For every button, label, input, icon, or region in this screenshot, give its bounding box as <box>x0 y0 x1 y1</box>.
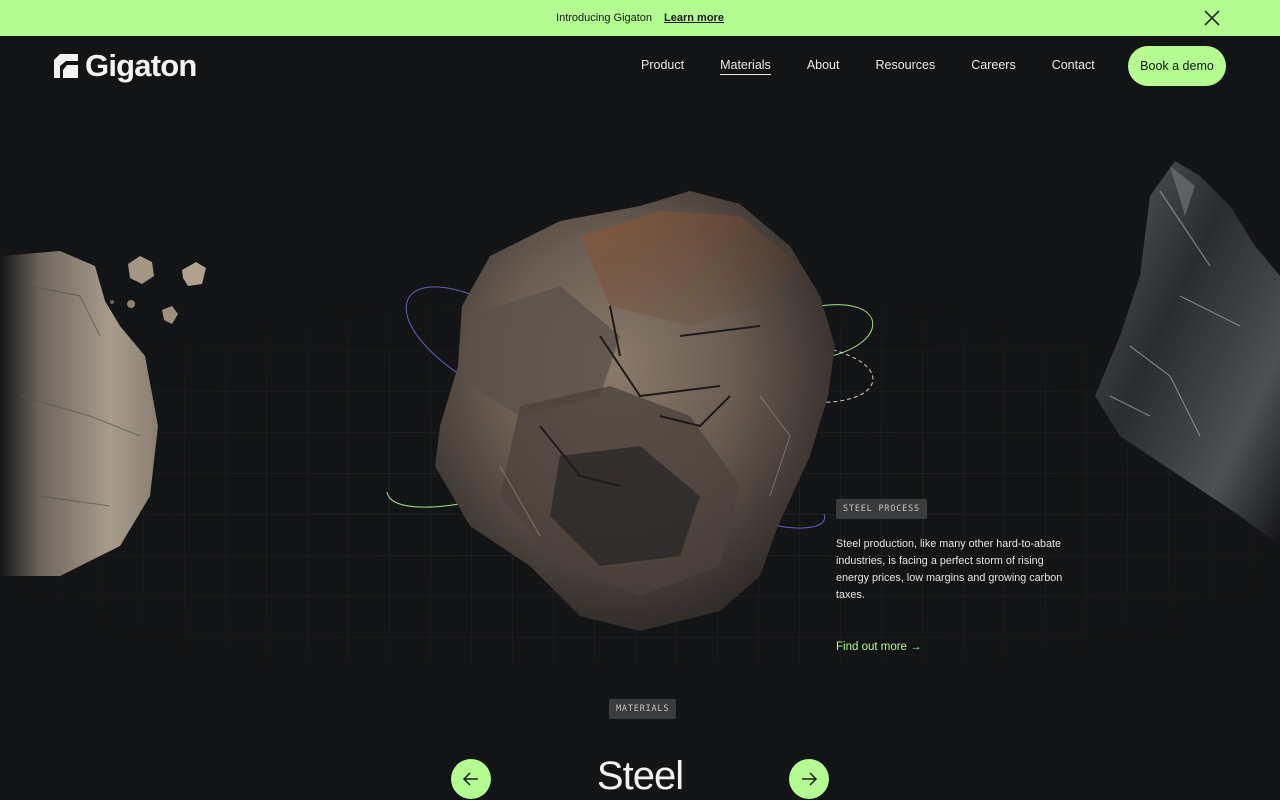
nav-item-materials[interactable]: Materials <box>720 58 771 75</box>
nav-item-careers[interactable]: Careers <box>971 58 1015 75</box>
hero-stage: STEEL PROCESS Steel production, like man… <box>0 96 1280 800</box>
announcement-bar: Introducing Gigaton Learn more <box>0 0 1280 36</box>
nav-item-contact[interactable]: Contact <box>1052 58 1095 75</box>
learn-more-link[interactable]: Learn more <box>664 12 724 24</box>
find-out-more-link[interactable]: Find out more → <box>836 641 922 653</box>
previous-material-button[interactable] <box>451 759 491 799</box>
logo-wordmark: Gigaton <box>85 48 197 83</box>
nav-item-resources[interactable]: Resources <box>875 58 935 75</box>
book-demo-button[interactable]: Book a demo <box>1128 46 1226 86</box>
next-material-button[interactable] <box>789 759 829 799</box>
feature-description: Steel production, like many other hard-t… <box>836 538 1063 601</box>
site-header: Gigaton Product Materials About Resource… <box>0 36 1280 96</box>
logo[interactable]: Gigaton <box>54 50 197 82</box>
nav-item-product[interactable]: Product <box>641 58 684 75</box>
material-title: Steel <box>596 754 684 798</box>
nav-item-about[interactable]: About <box>807 58 840 75</box>
hero-graphic <box>0 161 1280 666</box>
logo-mark-icon <box>54 54 78 78</box>
main-nav: Product Materials About Resources Career… <box>623 58 1113 75</box>
close-icon[interactable] <box>1202 8 1222 28</box>
arrow-left-icon <box>462 772 478 786</box>
steel-process-tag: STEEL PROCESS <box>836 499 927 519</box>
announcement-text: Introducing Gigaton <box>556 12 653 24</box>
arrow-right-icon <box>802 772 818 786</box>
materials-tag: MATERIALS <box>609 699 677 719</box>
